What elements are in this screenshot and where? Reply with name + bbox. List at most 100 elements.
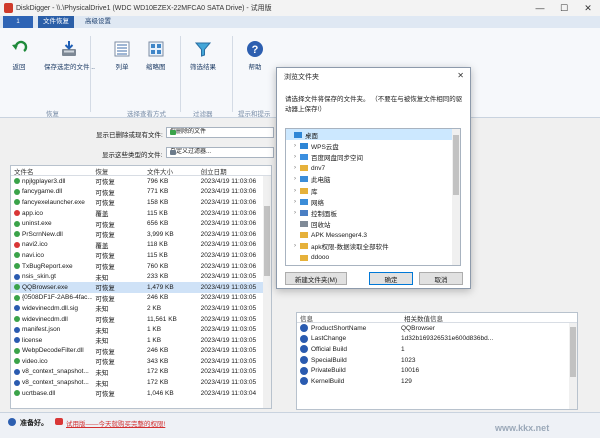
filter-results-button[interactable]: 筛选结果 (190, 40, 216, 71)
file-row[interactable]: widevinecdm.dll 可恢复 11,561 KB 2023/4/19 11:… (11, 314, 271, 325)
tab-advanced[interactable]: 高级设置 (80, 16, 116, 28)
view-thumbnails-button[interactable]: 缩略图 (146, 40, 166, 71)
column-header-size[interactable]: 文件大小 (144, 166, 198, 175)
new-folder-button[interactable]: 新建文件夹(M) (285, 272, 347, 285)
file-name-cell: fancyexelauncher.exe (11, 199, 92, 206)
column-header-state[interactable]: 恢复 (92, 166, 144, 175)
folder-label: mac文件 (311, 264, 336, 265)
file-row[interactable]: QQBrowser.exe 可恢复 1,479 KB 2023/4/19 11:03:… (11, 281, 271, 293)
scroll-thumb[interactable] (570, 327, 576, 377)
window-controls: — ☐ ✕ (528, 0, 600, 16)
folder-icon (300, 165, 308, 172)
file-date: 2023/4/19 11:03:05 (200, 357, 257, 365)
close-button[interactable]: ✕ (576, 0, 600, 16)
file-row[interactable]: navi.ico 可恢复 115 KB 2023/4/19 11:03:06 (11, 250, 271, 261)
folder-tree-item[interactable]: APK Messenger4.3 (286, 230, 460, 241)
recovery-status-icon (14, 284, 20, 291)
file-state: 可恢复 (95, 189, 115, 197)
buy-link[interactable]: 试用版——今天就购买完整的权限! (66, 418, 165, 428)
file-row[interactable]: license 未知 1 KB 2023/4/19 11:03:05 (11, 335, 271, 346)
folder-tree-scrollbar[interactable] (452, 129, 460, 265)
file-name: widevinecdm.dll (22, 315, 68, 323)
folder-label: WPS云盘 (311, 143, 339, 151)
file-list-scrollbar[interactable] (263, 176, 271, 408)
property-bullet-icon (300, 345, 308, 354)
file-row[interactable]: v8_context_snapshot... 未知 172 KB 2023/4/19 … (11, 377, 271, 388)
back-button[interactable]: 返回 (10, 40, 28, 71)
file-row[interactable]: fancyexelauncher.exe 可恢复 158 KB 2023/4/19 1… (11, 197, 271, 208)
file-row[interactable]: TxBugReport.exe 可恢复 760 KB 2023/4/19 11:03:… (11, 261, 271, 272)
file-name-cell: app.ico (11, 210, 92, 217)
scroll-thumb[interactable] (264, 206, 270, 276)
file-name-cell: widevinecdm.dll.sig (11, 305, 92, 312)
title-bar: DiskDigger - \\.\PhysicalDrive1 (WDC WD1… (0, 0, 600, 16)
folder-label: apk权限-数据读取全部软件 (311, 244, 389, 252)
recovery-status-icon (14, 231, 20, 238)
folder-tree-item[interactable]: › 百度网盘同步空间 (286, 151, 460, 162)
folder-tree-item[interactable]: › 网络 (286, 196, 460, 207)
file-row[interactable]: manifest.json 未知 1 KB 2023/4/19 11:03:05 (11, 324, 271, 335)
file-row[interactable]: app.ico 覆盖 115 KB 2023/4/19 11:03:06 (11, 208, 271, 219)
column-header-name[interactable]: 文件名 (11, 166, 92, 176)
property-value: 1023 (401, 356, 416, 364)
app-menu-button[interactable]: 1 (3, 16, 33, 28)
file-row[interactable]: widevinecdm.dll.sig 未知 2 KB 2023/4/19 11:03… (11, 303, 271, 314)
folder-icon (294, 131, 302, 138)
file-date: 2023/4/19 11:03:05 (200, 336, 257, 344)
folder-tree-item[interactable]: mac文件 (286, 263, 460, 265)
file-state: 可恢复 (95, 200, 115, 208)
cancel-button[interactable]: 取消 (419, 272, 463, 285)
folder-tree-item[interactable]: › 库 (286, 185, 460, 196)
help-button[interactable]: ? 帮助 (246, 40, 264, 71)
folder-tree-item[interactable]: › 控制面板 (286, 207, 460, 218)
file-row[interactable]: video.ico 可恢复 343 KB 2023/4/19 11:03:05 (11, 356, 271, 367)
ok-button[interactable]: 确定 (369, 272, 413, 285)
column-header-date[interactable]: 创立日期 (198, 166, 271, 175)
file-state: 可恢复 (95, 179, 115, 187)
folder-tree-item[interactable]: ddooo (286, 252, 460, 263)
property-key: PrivateBuild (311, 367, 346, 375)
folder-tree-item[interactable]: 桌面 (286, 129, 460, 141)
file-row[interactable]: {0508DF1F-2AB6-4fac... 可恢复 246 KB 2023/4/19… (11, 293, 271, 304)
file-name-cell: TxBugReport.exe (11, 263, 92, 270)
folder-tree-item[interactable]: 回收站 (286, 219, 460, 230)
file-row[interactable]: npjlgplayer3.dll 可恢复 796 KB 2023/4/19 11:03… (11, 176, 271, 187)
file-state: 覆盖 (95, 242, 109, 250)
properties-scrollbar[interactable] (569, 323, 577, 409)
folder-tree-item[interactable]: › apk权限-数据读取全部软件 (286, 241, 460, 252)
save-selected-button[interactable]: 保存选定的文件... (44, 40, 95, 71)
file-row[interactable]: navi2.ico 覆盖 118 KB 2023/4/19 11:03:06 (11, 240, 271, 251)
file-row[interactable]: WebpDecodeFilter.dll 可恢复 246 KB 2023/4/19 1… (11, 346, 271, 357)
maximize-button[interactable]: ☐ (552, 0, 576, 16)
file-date: 2023/4/19 11:03:05 (200, 294, 257, 302)
file-list-table: 文件名 恢复 文件大小 创立日期 npjlgplayer3.dll 可恢复 796 … (10, 165, 272, 409)
tab-file-recovery[interactable]: 文件恢复 (38, 16, 74, 28)
type-filter-select[interactable]: 自定义过滤器... (166, 147, 274, 158)
folder-tree-item[interactable]: › WPS云盘 (286, 140, 460, 151)
minimize-button[interactable]: — (528, 0, 552, 16)
file-row[interactable]: uninst.exe 可恢复 656 KB 2023/4/19 11:03:06 (11, 218, 271, 229)
ribbon-separator (90, 36, 91, 112)
dialog-close-button[interactable]: ✕ (457, 71, 464, 80)
recovery-status-icon (14, 368, 20, 375)
file-row[interactable]: nsis_skin.gt 未知 233 KB 2023/4/19 11:03:05 (11, 271, 271, 282)
file-row[interactable]: v8_context_snapshot... 未知 172 KB 2023/4/19 … (11, 367, 271, 378)
file-date: 2023/4/19 11:03:05 (200, 315, 257, 323)
file-state: 可恢复 (95, 285, 115, 293)
folder-tree-item[interactable]: › dnv7 (286, 163, 460, 174)
file-size: 760 KB (146, 262, 169, 270)
file-row[interactable]: ucrtbase.dll 可恢复 1,046 KB 2023/4/19 11:03:0… (11, 388, 271, 399)
folder-tree-item[interactable]: › 此电脑 (286, 174, 460, 185)
file-row[interactable]: fancygame.dll 可恢复 771 KB 2023/4/19 11:03:06 (11, 187, 271, 198)
file-name: v8_context_snapshot... (22, 379, 89, 387)
filter-status-icon (170, 130, 176, 135)
view-list-button[interactable]: 列单 (113, 40, 131, 71)
property-bullet-icon (300, 324, 308, 333)
file-date: 2023/4/19 11:03:06 (200, 220, 257, 228)
file-name: nsis_skin.gt (22, 273, 56, 281)
group-filter-label: 过滤器 (193, 111, 213, 118)
file-row[interactable]: PrScrnNew.dll 可恢复 3,999 KB 2023/4/19 11:03:… (11, 229, 271, 240)
deleted-filter-select[interactable]: 仅删除的文件 (166, 127, 274, 138)
scroll-thumb[interactable] (453, 135, 459, 195)
property-key: Official Build (311, 345, 348, 353)
